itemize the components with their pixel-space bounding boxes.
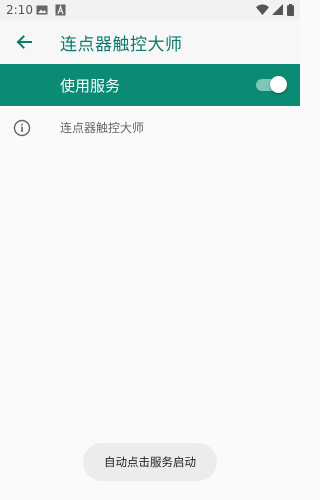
gallery-icon — [36, 4, 48, 19]
toast-message: 自动点击服务启动 — [83, 443, 217, 481]
arrow-left-icon — [16, 35, 32, 49]
use-service-toggle[interactable] — [256, 76, 287, 93]
status-bar: 2:10 — [0, 0, 300, 20]
use-service-label: 使用服务 — [60, 77, 121, 95]
page-title: 连点器触控大师 — [60, 35, 183, 55]
notification-a-icon — [55, 4, 66, 19]
use-service-switch-bar[interactable]: 使用服务 — [0, 64, 300, 106]
toggle-thumb — [270, 76, 287, 93]
info-icon — [13, 119, 31, 137]
battery-icon — [287, 4, 294, 19]
back-button[interactable] — [12, 30, 36, 54]
status-time: 2:10 — [6, 3, 33, 17]
info-row: 连点器触控大师 — [0, 112, 300, 144]
app-bar: 连点器触控大师 — [0, 20, 300, 64]
wifi-icon — [256, 4, 269, 19]
signal-icon — [272, 4, 283, 19]
info-text: 连点器触控大师 — [60, 121, 145, 135]
